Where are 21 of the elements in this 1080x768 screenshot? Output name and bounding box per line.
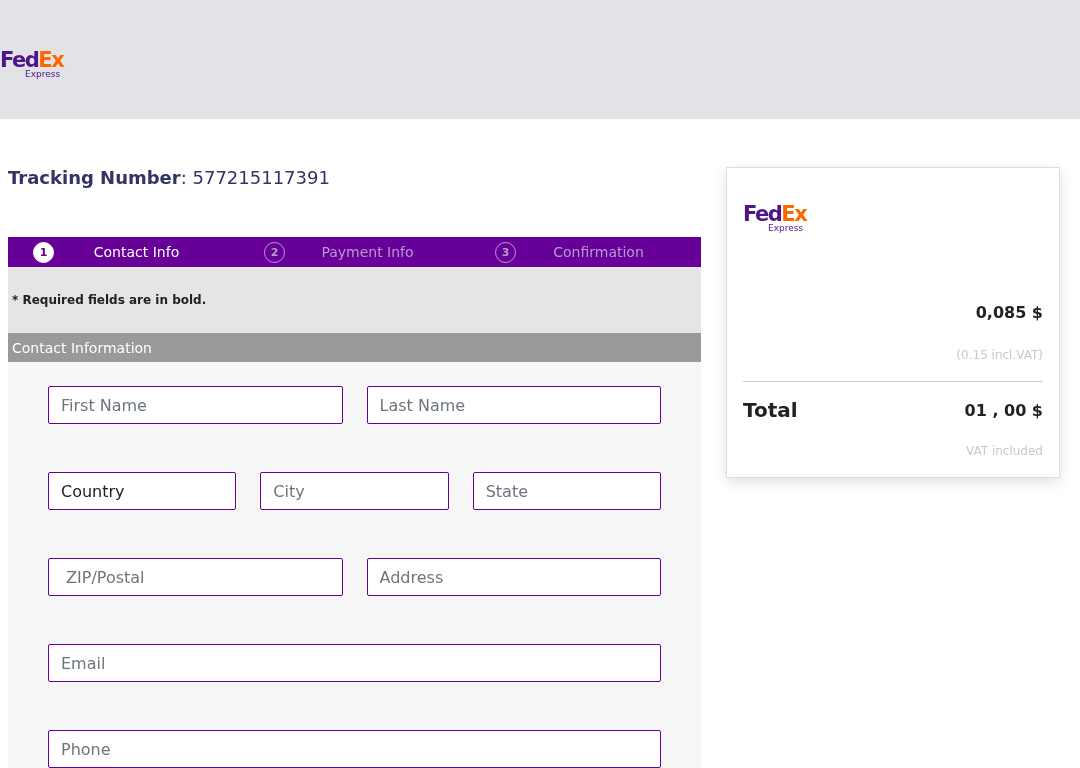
total-label: Total (743, 398, 798, 422)
tracking-number: Tracking Number: 577215117391 (8, 167, 330, 188)
step-label[interactable]: Confirmation (516, 244, 701, 260)
input-field[interactable]: ZIP/Postal (48, 558, 343, 596)
step-number: 1 (33, 241, 54, 263)
input-field[interactable]: Last Name (366, 386, 661, 424)
input-field[interactable]: Email (48, 644, 661, 682)
input-field[interactable]: First Name (48, 386, 343, 424)
input-field[interactable]: Address (366, 558, 661, 596)
step-label[interactable]: Contact Info (54, 244, 239, 260)
section-header: Contact Information (8, 333, 701, 362)
required-note: * Required fields are in bold. (12, 293, 207, 307)
input-field[interactable]: City (260, 472, 449, 510)
input-field[interactable]: Country (48, 472, 237, 510)
logo: FedEx Express (743, 204, 807, 233)
step-label[interactable]: Payment Info (285, 244, 470, 260)
total-amount: 01 , 00 $ (964, 400, 1043, 420)
logo: FedEx Express (0, 50, 64, 79)
input-field[interactable]: Phone (48, 730, 661, 768)
input-field[interactable]: State (472, 472, 661, 510)
price: 0,085 $ (975, 303, 1043, 322)
